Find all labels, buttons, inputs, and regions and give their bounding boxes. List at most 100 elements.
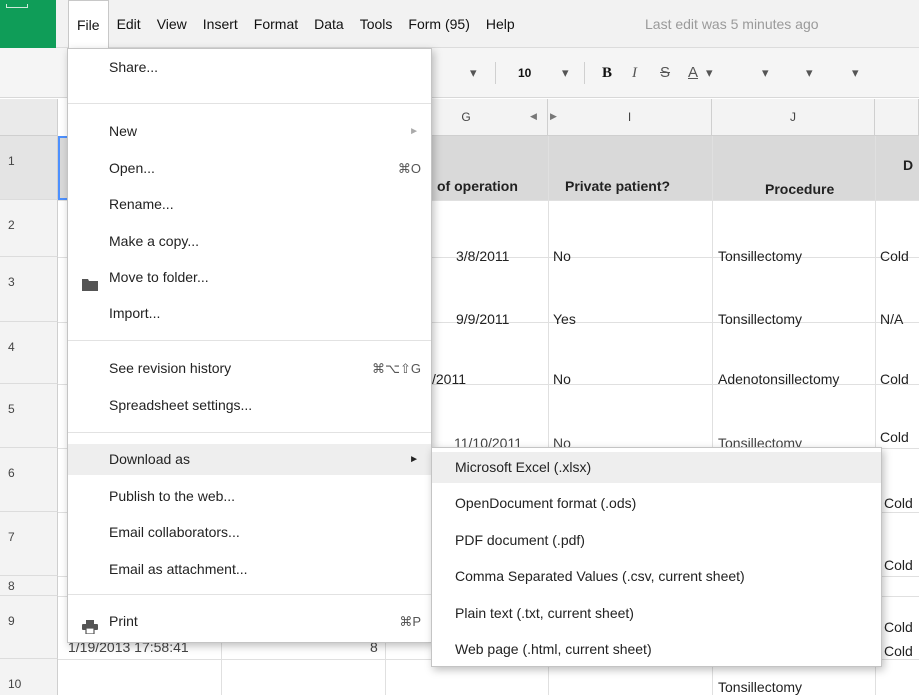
- header-private-patient[interactable]: Private patient?: [565, 178, 670, 194]
- cell-next[interactable]: Cold: [884, 557, 913, 573]
- menu-data[interactable]: Data: [306, 0, 352, 48]
- row-header-1[interactable]: 1: [0, 136, 58, 200]
- row-header-8[interactable]: 8: [0, 576, 58, 596]
- row-header-10[interactable]: 10: [0, 659, 58, 695]
- menu-item-make-copy[interactable]: Make a copy...: [68, 226, 431, 257]
- top-bar: File Edit View Insert Format Data Tools …: [0, 0, 919, 49]
- font-size-value[interactable]: 10: [518, 48, 531, 98]
- file-menu: Share... New ► Open... ⌘O Rename... Make…: [67, 48, 432, 643]
- menu-format[interactable]: Format: [246, 0, 306, 48]
- menu-item-import[interactable]: Import...: [68, 298, 431, 329]
- menu-tools[interactable]: Tools: [352, 0, 401, 48]
- menu-item-move-to-folder[interactable]: Move to folder...: [68, 262, 431, 293]
- borders-chevron-icon[interactable]: ▾: [806, 48, 813, 98]
- hidden-column-right-arrow-icon[interactable]: ▶: [550, 111, 557, 122]
- header-date-of-operation[interactable]: of operation: [437, 178, 518, 194]
- menu-insert[interactable]: Insert: [195, 0, 246, 48]
- menu-item-import-label: Import...: [109, 305, 161, 321]
- menu-item-new[interactable]: New ►: [68, 116, 431, 147]
- cell-next[interactable]: Cold: [880, 248, 909, 264]
- sheets-logo[interactable]: [0, 0, 56, 48]
- menu-item-revision-history[interactable]: See revision history ⌘⌥⇧G: [68, 353, 431, 384]
- text-color-chevron-icon[interactable]: ▾: [706, 48, 713, 98]
- row-header-6[interactable]: 6: [0, 448, 58, 512]
- cell-next[interactable]: Cold: [880, 429, 909, 445]
- cell-procedure[interactable]: Tonsillectomy: [718, 248, 802, 264]
- download-txt-label: Plain text (.txt, current sheet): [455, 605, 634, 621]
- menu-view[interactable]: View: [149, 0, 195, 48]
- row-header-5[interactable]: 5: [0, 384, 58, 448]
- cell-next[interactable]: Cold: [880, 371, 909, 387]
- menu-item-email-collaborators-label: Email collaborators...: [109, 524, 240, 540]
- submenu-arrow-icon: ►: [409, 126, 419, 137]
- header-procedure[interactable]: Procedure: [765, 181, 834, 197]
- cell-procedure[interactable]: Tonsillectomy: [718, 311, 802, 327]
- cell-date[interactable]: /2011: [432, 371, 466, 387]
- cell-private[interactable]: No: [553, 248, 571, 264]
- cell-date[interactable]: 3/8/2011: [456, 248, 509, 264]
- header-next-column[interactable]: D: [903, 157, 913, 173]
- last-edit-status[interactable]: Last edit was 5 minutes ago: [645, 0, 819, 48]
- menu-item-spreadsheet-settings[interactable]: Spreadsheet settings...: [68, 390, 431, 421]
- toolbar-divider: [584, 62, 585, 84]
- menu-form[interactable]: Form (95): [400, 0, 477, 48]
- shortcut-print: ⌘P: [399, 614, 421, 629]
- fill-color-chevron-icon[interactable]: ▾: [762, 48, 769, 98]
- menu-help[interactable]: Help: [478, 0, 523, 48]
- menu-item-open[interactable]: Open... ⌘O: [68, 153, 431, 184]
- download-txt[interactable]: Plain text (.txt, current sheet): [432, 598, 881, 629]
- cell-procedure[interactable]: Tonsillectomy: [718, 679, 802, 695]
- font-dropdown-chevron-icon[interactable]: ▾: [470, 48, 477, 98]
- download-xlsx-label: Microsoft Excel (.xlsx): [455, 459, 592, 475]
- menu-file[interactable]: File: [68, 0, 109, 49]
- menu-edit[interactable]: Edit: [109, 0, 149, 48]
- download-ods[interactable]: OpenDocument format (.ods): [432, 488, 881, 519]
- download-pdf-label: PDF document (.pdf): [455, 532, 585, 548]
- cell-procedure[interactable]: Adenotonsillectomy: [718, 371, 839, 387]
- cell-next[interactable]: Cold: [884, 643, 913, 659]
- row-header-6-label: 6: [8, 466, 15, 480]
- strikethrough-button[interactable]: S: [660, 48, 670, 98]
- menu-item-email-attachment[interactable]: Email as attachment...: [68, 554, 431, 585]
- merge-cells-chevron-icon[interactable]: ▾: [852, 48, 859, 98]
- cell-private[interactable]: No: [553, 371, 571, 387]
- column-header-j-label: J: [790, 110, 796, 124]
- menu-item-spreadsheet-settings-label: Spreadsheet settings...: [109, 397, 253, 413]
- column-header-j[interactable]: J: [712, 99, 875, 136]
- cell-next[interactable]: Cold: [884, 619, 913, 635]
- column-header-k[interactable]: [875, 99, 919, 136]
- text-color-button[interactable]: A: [688, 48, 698, 98]
- row-header-3[interactable]: 3: [0, 257, 58, 322]
- italic-button[interactable]: I: [632, 48, 637, 98]
- menu-item-rename-label: Rename...: [109, 196, 174, 212]
- menu-item-rename[interactable]: Rename...: [68, 189, 431, 220]
- row-header-9[interactable]: 9: [0, 596, 58, 659]
- download-html-label: Web page (.html, current sheet): [455, 641, 652, 657]
- row-header-1-label: 1: [8, 154, 15, 168]
- font-size-chevron-icon[interactable]: ▾: [562, 48, 569, 98]
- hidden-column-left-arrow-icon[interactable]: ◀: [530, 111, 537, 122]
- download-pdf[interactable]: PDF document (.pdf): [432, 525, 881, 556]
- menu-item-new-label: New: [109, 123, 138, 139]
- row-header-2[interactable]: 2: [0, 200, 58, 257]
- row-header-4[interactable]: 4: [0, 322, 58, 384]
- menu-item-download-as-label: Download as: [109, 451, 190, 467]
- cell-date[interactable]: 9/9/2011: [456, 311, 509, 327]
- column-header-i[interactable]: I: [548, 99, 712, 136]
- download-csv[interactable]: Comma Separated Values (.csv, current sh…: [432, 561, 881, 592]
- select-all-corner[interactable]: [0, 99, 58, 136]
- menu-item-print[interactable]: Print ⌘P: [68, 606, 431, 637]
- menu-item-email-collaborators[interactable]: Email collaborators...: [68, 517, 431, 548]
- download-csv-label: Comma Separated Values (.csv, current sh…: [455, 568, 745, 584]
- menu-item-share[interactable]: Share...: [68, 52, 431, 83]
- bold-button[interactable]: B: [602, 48, 612, 98]
- row-header-3-label: 3: [8, 275, 15, 289]
- menu-item-download-as[interactable]: Download as ►: [68, 444, 431, 475]
- cell-private[interactable]: Yes: [553, 311, 576, 327]
- row-header-7[interactable]: 7: [0, 512, 58, 576]
- download-html[interactable]: Web page (.html, current sheet): [432, 634, 881, 665]
- cell-next[interactable]: N/A: [880, 311, 903, 327]
- download-xlsx[interactable]: Microsoft Excel (.xlsx): [432, 452, 881, 483]
- menu-item-publish[interactable]: Publish to the web...: [68, 481, 431, 512]
- cell-next[interactable]: Cold: [884, 495, 913, 511]
